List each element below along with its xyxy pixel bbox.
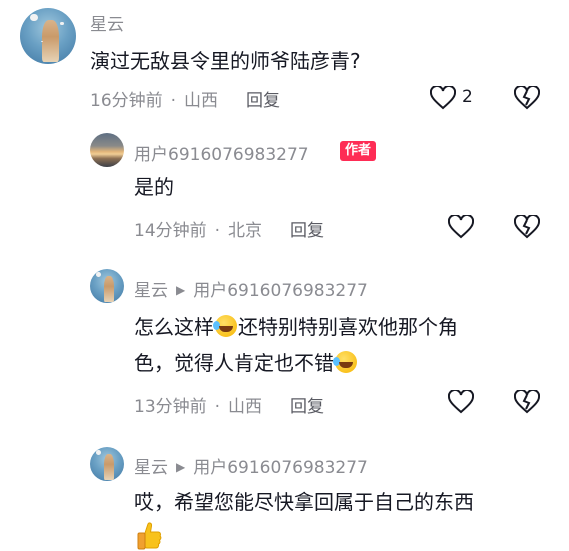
- comment-text: 演过无敌县令里的师爷陆彦青?: [90, 49, 361, 73]
- comment-text-part: 还特别特别喜欢他那个角: [238, 315, 458, 339]
- comment-text: 是的: [134, 175, 174, 199]
- reply-button[interactable]: 回复: [290, 397, 324, 417]
- reply-button[interactable]: 回复: [246, 91, 280, 111]
- author-badge: 作者: [340, 141, 377, 161]
- location: 山西: [228, 397, 263, 417]
- avatar[interactable]: [90, 269, 124, 303]
- reply-header: 星云 ▶ 用户6916076983277: [134, 453, 368, 478]
- rolling-laugh-emoji: [333, 351, 357, 373]
- username[interactable]: 星云: [134, 458, 168, 478]
- timestamp: 13分钟前: [134, 397, 207, 417]
- comment-meta: 16分钟前 · 山西 回复: [90, 86, 280, 111]
- comment-text: 哎，希望您能尽快拿回属于自己的东西: [134, 490, 474, 514]
- comment-text-part: 色，觉得人肯定也不错: [134, 351, 334, 375]
- location: 北京: [228, 221, 263, 241]
- comment-1: 星云 演过无敌县令里的师爷陆彦青? 16分钟前 · 山西 回复 2: [0, 0, 569, 120]
- heart-outline-icon[interactable]: [430, 86, 456, 110]
- reply-button[interactable]: 回复: [290, 221, 324, 241]
- avatar[interactable]: [90, 447, 124, 481]
- triangle-right-icon: ▶: [176, 283, 186, 297]
- avatar[interactable]: [90, 133, 124, 167]
- comment-meta: 14分钟前 · 北京 回复: [134, 216, 324, 241]
- heart-outline-icon[interactable]: [448, 390, 474, 414]
- location: 山西: [184, 91, 219, 111]
- like-count: 2: [462, 87, 473, 107]
- timestamp: 16分钟前: [90, 91, 163, 111]
- separator-dot: ·: [170, 91, 177, 111]
- broken-heart-outline-icon[interactable]: [514, 390, 540, 414]
- separator-dot: ·: [214, 397, 221, 417]
- reply-header: 星云 ▶ 用户6916076983277: [134, 276, 368, 301]
- rolling-laugh-emoji: [213, 315, 237, 337]
- heart-outline-icon[interactable]: [448, 215, 474, 239]
- comment-text-line-1: 怎么这样 还特别特别喜欢他那个角: [134, 310, 458, 344]
- comment-2: 用户6916076983277 作者 是的 14分钟前 · 北京 回复: [0, 120, 569, 250]
- avatar[interactable]: [20, 8, 76, 64]
- username[interactable]: 星云: [90, 10, 124, 35]
- separator-dot: ·: [214, 221, 221, 241]
- thumbs-up-emoji: [137, 522, 162, 550]
- username[interactable]: 用户6916076983277: [134, 140, 309, 165]
- comment-text-line-2: 色，觉得人肯定也不错: [134, 346, 358, 380]
- reply-to-username[interactable]: 用户6916076983277: [193, 281, 368, 301]
- comment-meta: 13分钟前 · 山西 回复: [134, 392, 324, 417]
- timestamp: 14分钟前: [134, 221, 207, 241]
- reply-to-username[interactable]: 用户6916076983277: [193, 458, 368, 478]
- comment-3: 星云 ▶ 用户6916076983277 怎么这样 还特别特别喜欢他那个角 色，觉得人…: [0, 250, 569, 435]
- triangle-right-icon: ▶: [176, 460, 186, 474]
- broken-heart-outline-icon[interactable]: [514, 86, 540, 110]
- username[interactable]: 星云: [134, 281, 168, 301]
- comment-text-part: 怎么这样: [134, 315, 214, 339]
- comment-4: 星云 ▶ 用户6916076983277 哎，希望您能尽快拿回属于自己的东西: [0, 435, 569, 551]
- broken-heart-outline-icon[interactable]: [514, 215, 540, 239]
